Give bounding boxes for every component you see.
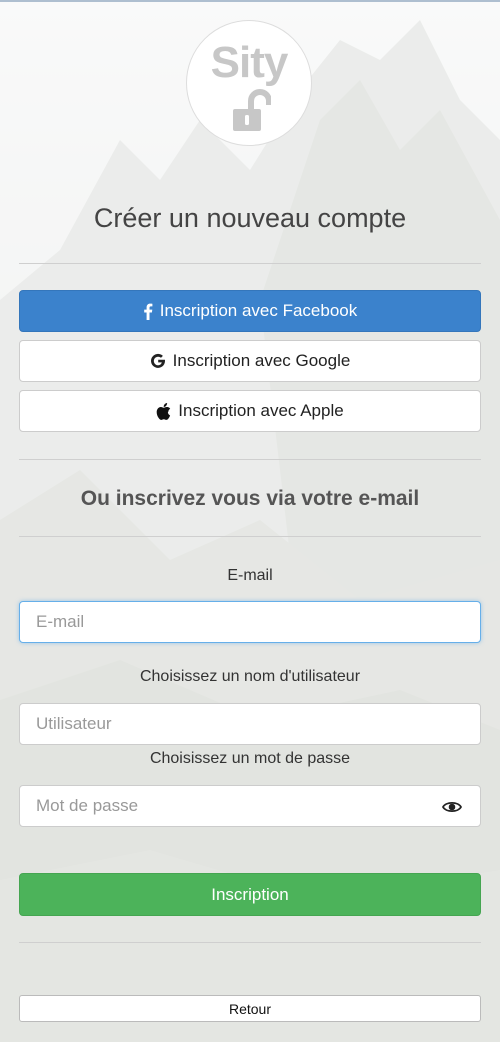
app-logo: Sity	[186, 20, 312, 146]
logo-text: Sity	[210, 38, 289, 87]
apple-signup-button[interactable]: Inscription avec Apple	[19, 390, 481, 432]
page-title: Créer un nouveau compte	[93, 203, 407, 233]
facebook-signup-button[interactable]: Inscription avec Facebook	[19, 290, 481, 332]
back-button[interactable]: Retour	[19, 995, 481, 1022]
email-field[interactable]: E-mail	[19, 601, 481, 643]
eye-icon[interactable]	[442, 799, 462, 815]
google-signup-label: Inscription avec Google	[172, 351, 351, 370]
signup-panel: Sity Créer un nouveau compte Inscription…	[0, 0, 500, 1042]
email-placeholder: E-mail	[36, 612, 85, 631]
divider	[19, 942, 481, 943]
divider	[19, 536, 481, 537]
username-placeholder: Utilisateur	[36, 714, 112, 733]
username-field[interactable]: Utilisateur	[19, 703, 481, 745]
email-label: E-mail	[227, 567, 273, 584]
facebook-signup-label: Inscription avec Facebook	[159, 301, 358, 320]
divider	[19, 263, 481, 264]
apple-icon	[156, 402, 171, 420]
divider	[19, 459, 481, 460]
open-padlock-icon	[233, 89, 271, 131]
password-placeholder: Mot de passe	[36, 796, 139, 815]
google-icon	[150, 353, 166, 369]
password-field[interactable]: Mot de passe	[19, 785, 481, 827]
signup-submit-button[interactable]: Inscription	[19, 873, 481, 916]
email-signup-heading: Ou inscrivez vous via votre e-mail	[80, 487, 420, 510]
username-label: Choisissez un nom d'utilisateur	[139, 668, 361, 685]
apple-signup-label: Inscription avec Apple	[178, 401, 344, 420]
google-signup-button[interactable]: Inscription avec Google	[19, 340, 481, 382]
facebook-icon	[143, 303, 153, 320]
password-label: Choisissez un mot de passe	[149, 750, 351, 767]
